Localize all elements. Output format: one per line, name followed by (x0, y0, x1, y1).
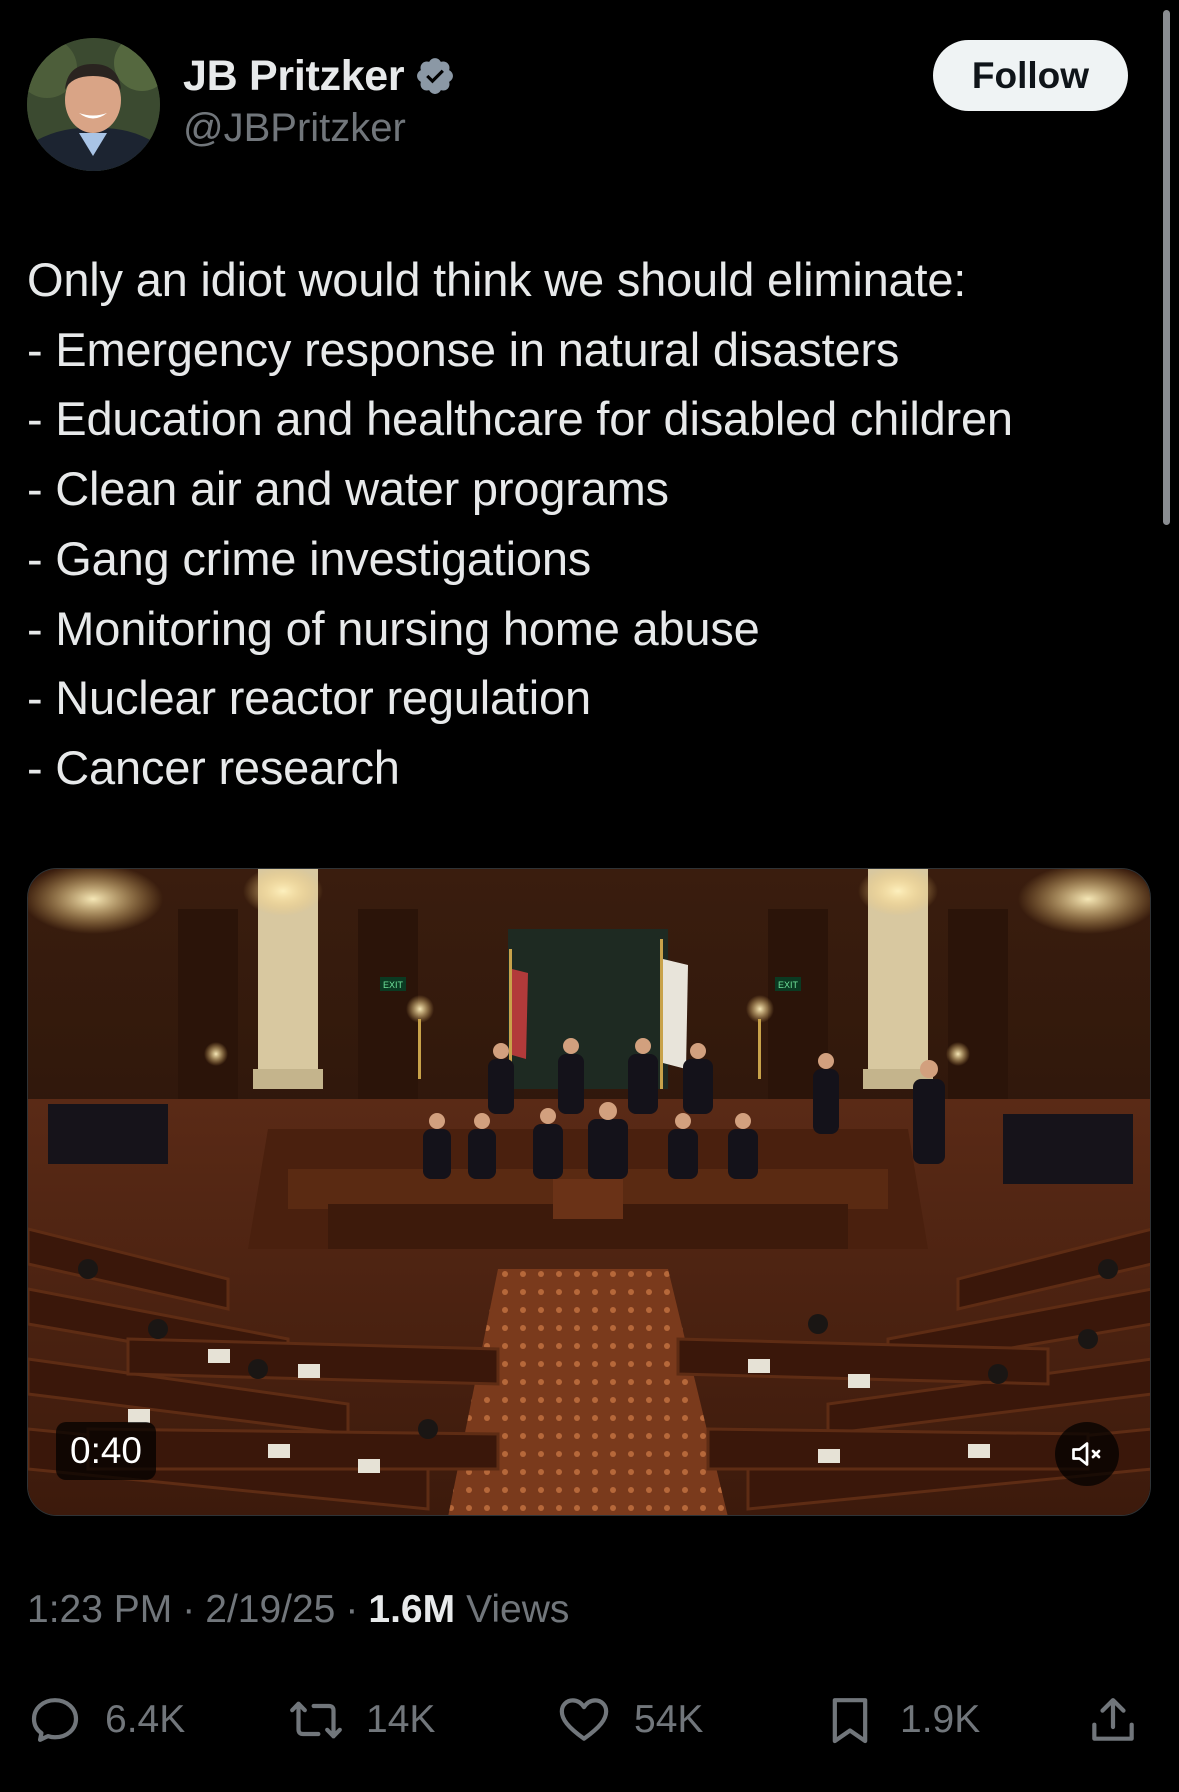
tweet-date[interactable]: 2/19/25 (205, 1588, 335, 1632)
speaker-muted-icon (1072, 1442, 1101, 1466)
repost-button[interactable]: 14K (288, 1680, 435, 1760)
tweet-header: JB Pritzker @JBPritzker Follow (0, 0, 1179, 200)
share-button[interactable] (1085, 1680, 1141, 1760)
tweet-line: - Nuclear reactor regulation (27, 671, 591, 725)
repost-count: 14K (366, 1698, 436, 1741)
tweet-time[interactable]: 1:23 PM (27, 1588, 172, 1632)
action-bar: 6.4K 14K 54K 1.9K (0, 1680, 1179, 1760)
tweet-line: - Cancer research (27, 740, 400, 794)
repost-icon (290, 1701, 342, 1739)
mute-button[interactable] (1055, 1422, 1119, 1486)
avatar[interactable] (27, 38, 160, 171)
reply-count: 6.4K (105, 1698, 186, 1741)
exit-sign: EXIT (383, 980, 404, 990)
verified-badge-icon (417, 58, 454, 94)
follow-button[interactable]: Follow (933, 40, 1128, 111)
share-icon (1092, 1698, 1134, 1741)
like-button[interactable]: 54K (556, 1680, 703, 1760)
meta-separator: · (345, 1588, 359, 1631)
exit-sign: EXIT (778, 980, 799, 990)
tweet-line: - Monitoring of nursing home abuse (27, 601, 760, 655)
bookmark-count: 1.9K (900, 1698, 981, 1741)
video-player[interactable]: EXIT EXIT 0:40 (27, 868, 1151, 1516)
meta-separator: · (182, 1588, 196, 1631)
tweet-text: Only an idiot would think we should elim… (27, 245, 1157, 803)
bookmark-icon (832, 1698, 868, 1744)
video-frame: EXIT EXIT (28, 869, 1150, 1515)
display-name-text[interactable]: JB Pritzker (183, 52, 405, 101)
tweet-line: - Education and healthcare for disabled … (27, 392, 1013, 446)
tweet-line: - Clean air and water programs (27, 462, 669, 516)
heart-icon (559, 1698, 609, 1741)
video-duration: 0:40 (56, 1422, 157, 1480)
tweet-line: - Emergency response in natural disaster… (27, 322, 900, 376)
views-count[interactable]: 1.6M (368, 1588, 455, 1632)
display-name[interactable]: JB Pritzker (183, 46, 456, 106)
tweet-meta: 1:23 PM · 2/19/25 · 1.6M Views (27, 1588, 569, 1632)
reply-icon (31, 1698, 79, 1742)
reply-button[interactable]: 6.4K (27, 1680, 185, 1760)
like-count: 54K (634, 1698, 704, 1741)
user-handle[interactable]: @JBPritzker (183, 106, 406, 151)
bookmark-button[interactable]: 1.9K (822, 1680, 980, 1760)
views-label[interactable]: Views (466, 1588, 569, 1632)
avatar-image (27, 38, 160, 171)
tweet-line: Only an idiot would think we should elim… (27, 253, 967, 306)
tweet-line: - Gang crime investigations (27, 531, 592, 585)
